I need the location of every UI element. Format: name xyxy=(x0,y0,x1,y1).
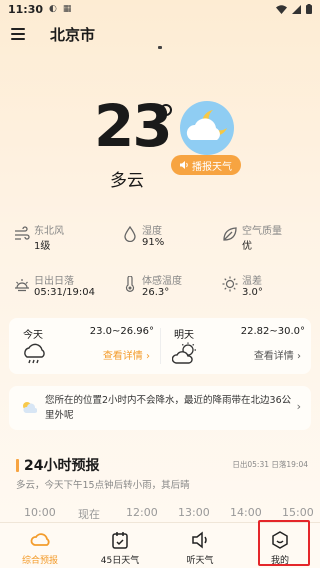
current-condition: 多云 xyxy=(110,171,144,191)
rain-notice-card[interactable]: 您所在的位置2小时内不会降水，最近的降雨带在北边36公里外呢 › xyxy=(9,386,311,430)
hour-label: 现在 xyxy=(78,508,100,521)
rain-notice-text: 您所在的位置2小时内不会降水，最近的降雨带在北边36公里外呢 xyxy=(45,395,292,421)
current-temperature: 23 xyxy=(94,92,173,160)
thermometer-icon xyxy=(125,276,135,292)
app-header: 北京市 xyxy=(0,20,320,48)
sunrise-label: 日出日落 xyxy=(34,276,74,287)
air-quality-info: 空气质量 优 xyxy=(222,222,317,256)
notification-icon-2: ▦ xyxy=(62,4,72,14)
cloud-icon xyxy=(30,533,50,546)
menu-icon[interactable] xyxy=(11,28,25,40)
tomorrow-forecast[interactable]: 明天 22.82~30.0° 查看详情 › xyxy=(160,318,311,374)
city-name[interactable]: 北京市 xyxy=(50,24,95,45)
feels-like-label: 体感温度 xyxy=(142,276,182,287)
temp-diff-label: 温差 xyxy=(242,276,262,287)
sunrise-info: 日出日落 05:31/19:04 xyxy=(14,272,109,306)
rain-cloud-icon xyxy=(24,343,45,364)
temp-diff-value: 3.0° xyxy=(242,287,263,298)
temp-diff-info: 温差 3.0° xyxy=(222,272,317,306)
status-bar: 11:30 ◐ ▦ xyxy=(0,0,320,18)
today-detail-link[interactable]: 查看详情 › xyxy=(103,347,150,362)
hour-label: 14:00 xyxy=(230,506,262,519)
hour-label: 10:00 xyxy=(24,506,56,519)
hourly-title-text: 24小时预报 xyxy=(24,458,100,474)
hourly-section-title: 24小时预报 xyxy=(16,455,99,475)
sunrise-value: 05:31/19:04 xyxy=(34,287,96,298)
speaker-icon xyxy=(180,161,188,169)
nav-label: 综合预报 xyxy=(21,556,58,566)
leaf-icon xyxy=(223,227,237,241)
status-time: 11:30 xyxy=(8,2,44,16)
sunrise-icon xyxy=(15,279,29,292)
nav-listen-weather[interactable]: 听天气 xyxy=(160,523,240,568)
tomorrow-detail-link[interactable]: 查看详情 › xyxy=(254,347,301,362)
partly-cloudy-moon-icon xyxy=(180,101,234,155)
nav-label: 45日天气 xyxy=(100,556,140,566)
nav-45-day-weather[interactable]: 45日天气 xyxy=(80,523,160,568)
two-day-forecast-card: 今天 23.0~26.96° 查看详情 › 明天 22.82~30.0° 查看详… xyxy=(9,318,311,374)
hour-label: 13:00 xyxy=(178,506,210,519)
notification-icon: ◐ xyxy=(49,4,57,14)
air-quality-value: 优 xyxy=(242,241,252,252)
nav-label: 听天气 xyxy=(186,556,214,566)
wind-icon xyxy=(15,226,30,240)
page-indicator xyxy=(158,46,162,49)
wind-value: 1级 xyxy=(34,241,51,252)
feels-like-info: 体感温度 26.3° xyxy=(122,272,217,306)
tomorrow-label: 明天 xyxy=(174,330,194,341)
feels-like-value: 26.3° xyxy=(142,287,170,298)
nav-comprehensive-forecast[interactable]: 综合预报 xyxy=(0,523,80,568)
broadcast-label: 播报天气 xyxy=(192,161,232,173)
speaker-icon xyxy=(192,531,207,549)
chevron-right-icon: › xyxy=(296,400,301,413)
hour-label: 12:00 xyxy=(126,506,158,519)
today-label: 今天 xyxy=(23,330,43,341)
degree-symbol xyxy=(160,104,172,116)
title-accent-bar xyxy=(16,458,19,472)
hour-label: 15:00 xyxy=(282,506,314,519)
humidity-value: 91% xyxy=(142,237,165,248)
today-forecast[interactable]: 今天 23.0~26.96° 查看详情 › xyxy=(9,318,160,374)
wind-info: 东北风 1级 xyxy=(14,222,109,256)
highlight-box xyxy=(258,520,310,566)
tomorrow-temp-range: 22.82~30.0° xyxy=(240,326,305,337)
air-quality-label: 空气质量 xyxy=(242,226,282,237)
sun-times-text: 日出05:31 日落19:04 xyxy=(232,460,308,469)
broadcast-weather-button[interactable]: 播报天气 xyxy=(171,155,241,175)
sun-icon xyxy=(222,276,238,292)
humidity-icon xyxy=(124,226,136,242)
sun-cloud-icon xyxy=(23,402,37,413)
wind-label: 东北风 xyxy=(34,226,64,237)
humidity-label: 湿度 xyxy=(142,226,162,237)
humidity-info: 湿度 91% xyxy=(122,222,217,256)
today-temp-range: 23.0~26.96° xyxy=(89,326,154,337)
wifi-icon xyxy=(276,4,287,14)
calendar-icon xyxy=(112,532,128,549)
hourly-description: 多云，今天下午15点钟后转小雨，其后晴 xyxy=(16,480,190,491)
partly-cloudy-icon xyxy=(172,342,196,364)
signal-icon xyxy=(292,4,301,14)
battery-icon xyxy=(306,4,312,14)
